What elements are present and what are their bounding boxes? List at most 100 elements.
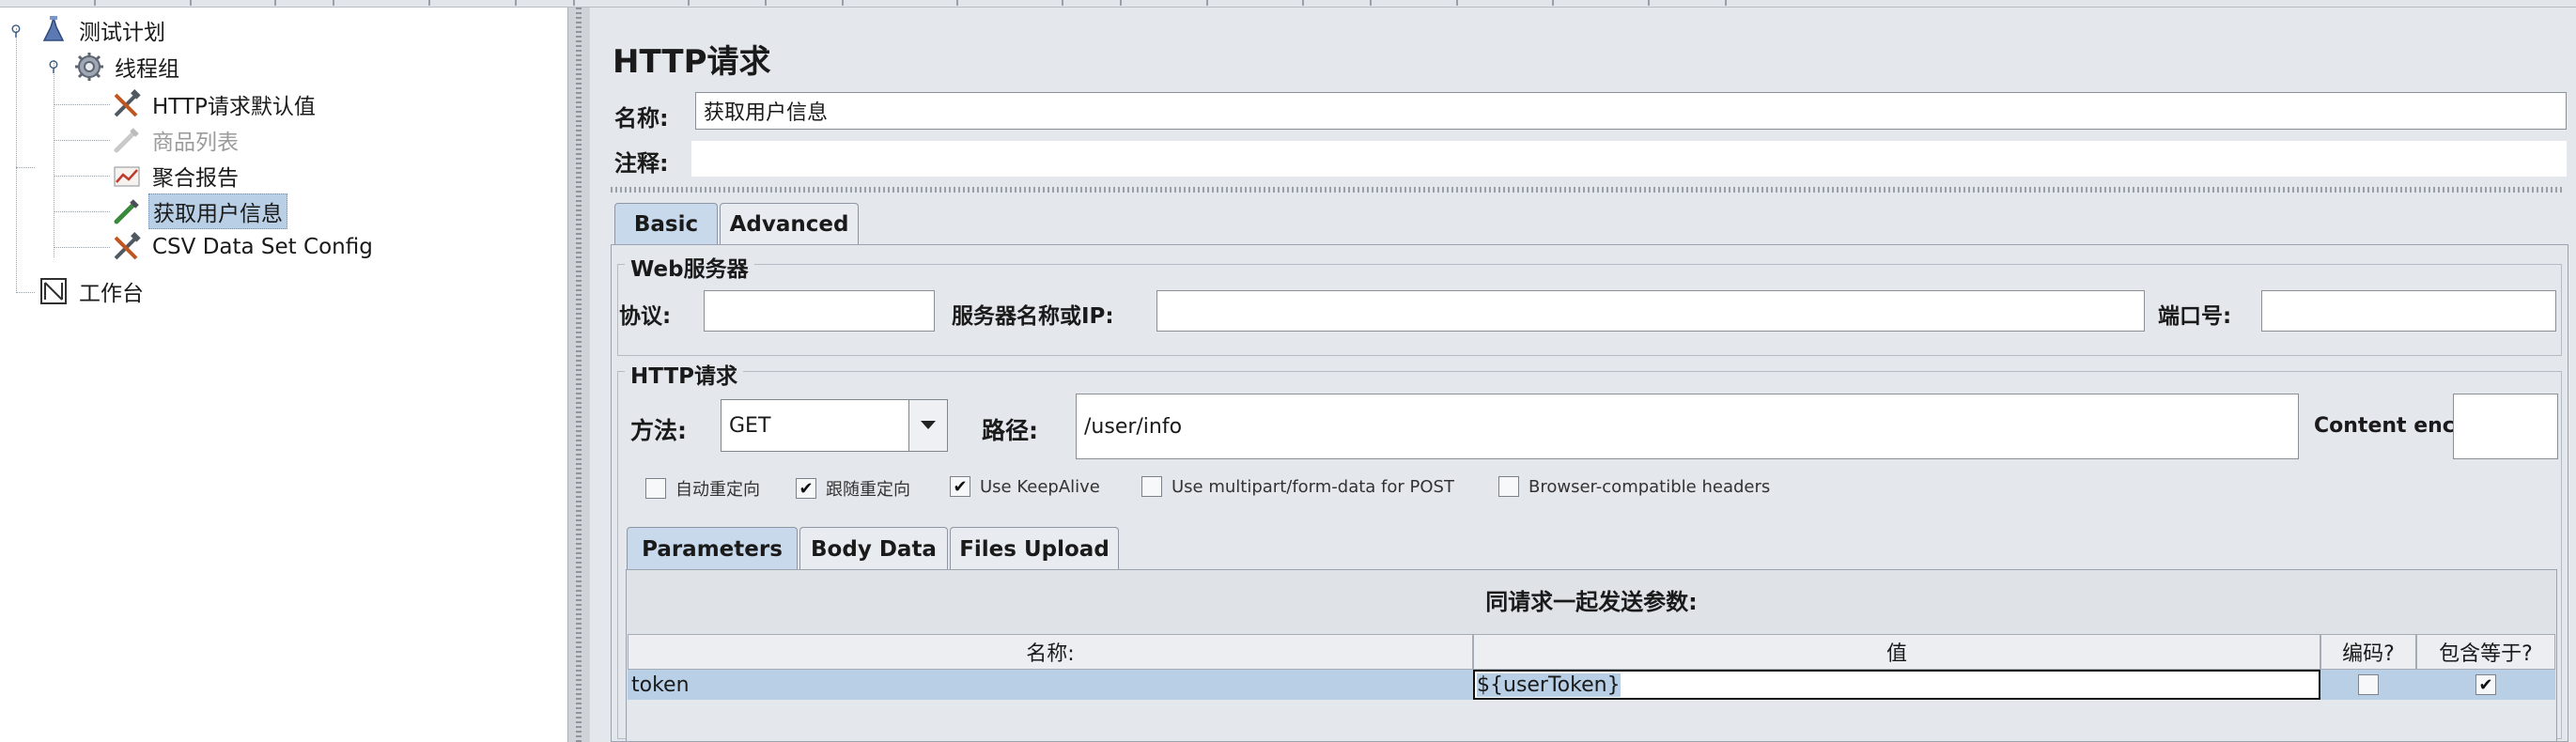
page-title: HTTP请求 (613, 43, 771, 81)
tree-item-test-plan[interactable]: 测试计划 (38, 13, 169, 47)
browser-compatible-checkbox[interactable]: Browser-compatible headers (1498, 476, 1770, 497)
tree-item-label: 测试计划 (79, 21, 165, 45)
tab-body-data[interactable]: Body Data (799, 527, 948, 570)
tree-connector (16, 28, 17, 167)
test-plan-tree[interactable]: ⚲ ⚲ 测试计划 线程组 HTTP请求默认值 商品列表 聚合报告 获取用户信息 … (0, 8, 568, 742)
tree-connector (16, 292, 35, 293)
parameters-table: 同请求一起发送参数: 名称: 值 编码? 包含等于? token ${userT… (626, 569, 2557, 742)
sampler-pipette-icon (111, 195, 143, 227)
port-field[interactable] (2261, 290, 2556, 332)
tab-files-upload[interactable]: Files Upload (950, 527, 1119, 570)
section-divider[interactable] (611, 187, 2565, 193)
tree-item-thread-group[interactable]: 线程组 (73, 50, 183, 84)
tree-item-label: HTTP请求默认值 (152, 95, 316, 119)
comment-field[interactable] (691, 141, 2567, 177)
tree-item-csv-data-set-config[interactable]: CSV Data Set Config (111, 230, 377, 264)
tree-connector (16, 167, 17, 293)
path-label: 路径: (982, 417, 1038, 444)
table-empty-area[interactable] (628, 700, 2555, 741)
workbench-icon (38, 275, 70, 307)
protocol-field[interactable] (704, 290, 935, 332)
server-name-label: 服务器名称或IP: (952, 304, 1114, 329)
toolbar-segment (1063, 0, 1122, 6)
method-label: 方法: (630, 417, 687, 444)
chevron-down-icon[interactable] (908, 400, 947, 451)
keepalive-checkbox[interactable]: ✔ Use KeepAlive (950, 476, 1100, 497)
param-include-equals-cell[interactable]: ✔ (2416, 670, 2555, 700)
param-value-text: ${userToken} (1477, 672, 1621, 697)
thread-group-gear-icon (73, 51, 105, 83)
expand-toggle-icon[interactable]: ⚲ (9, 23, 23, 39)
include-equals-checkbox[interactable]: ✔ (2475, 674, 2496, 695)
tree-item-label: 获取用户信息 (148, 193, 287, 229)
tree-item-label: 线程组 (115, 57, 179, 82)
tree-item-product-list[interactable]: 商品列表 (111, 123, 242, 157)
tree-item-label: CSV Data Set Config (152, 235, 373, 259)
tree-connector (54, 176, 110, 177)
toolbar-segment (844, 0, 958, 6)
checkbox-label: 跟随重定向 (826, 480, 910, 500)
parameters-caption: 同请求一起发送参数: (1485, 589, 1698, 615)
checkbox-box[interactable] (1141, 476, 1162, 497)
checkbox-label: Browser-compatible headers (1529, 476, 1771, 497)
http-request-panel: HTTP请求 名称: 获取用户信息 注释: Basic Advanced Web… (590, 8, 2576, 742)
column-header-name[interactable]: 名称: (628, 634, 1473, 670)
test-plan-icon (38, 14, 70, 46)
sampler-pipette-icon (111, 124, 143, 156)
param-encode-cell[interactable] (2320, 670, 2416, 700)
toolbar-segment (1122, 0, 1208, 6)
column-header-include-equals[interactable]: 包含等于? (2416, 634, 2555, 670)
toolbar-segment (0, 0, 96, 6)
follow-redirects-checkbox[interactable]: ✔ 跟随重定向 (796, 476, 910, 501)
method-value: GET (729, 413, 771, 438)
check-icon[interactable]: ✔ (2475, 674, 2496, 695)
toolbar-segment (96, 0, 192, 6)
checkbox-label: Use KeepAlive (980, 476, 1100, 497)
checkbox-box[interactable] (2358, 674, 2379, 695)
panel-splitter[interactable] (568, 8, 589, 742)
method-select[interactable]: GET (721, 399, 948, 452)
toolbar-segment (430, 0, 517, 6)
param-name-cell[interactable]: token (628, 670, 1473, 700)
report-chart-icon (111, 160, 143, 192)
toolbar-segment (334, 0, 430, 6)
expand-toggle-icon[interactable]: ⚲ (47, 59, 60, 74)
tree-item-aggregate-report[interactable]: 聚合报告 (111, 159, 242, 193)
protocol-label: 协议: (619, 304, 672, 329)
tree-connector (54, 140, 110, 141)
tree-connector (54, 211, 110, 212)
checkbox-label: 自动重定向 (675, 480, 760, 500)
encode-checkbox[interactable] (2358, 674, 2379, 695)
tab-parameters[interactable]: Parameters (627, 527, 798, 570)
server-name-field[interactable] (1156, 290, 2145, 332)
param-value-cell[interactable]: ${userToken} (1473, 670, 2320, 700)
config-tools-icon (111, 88, 143, 120)
tree-item-workbench[interactable]: 工作台 (38, 274, 147, 308)
toolbar-segment (690, 0, 767, 6)
column-header-encode[interactable]: 编码? (2320, 634, 2416, 670)
toolbar-segment (517, 0, 575, 6)
toolbar-segment (1304, 0, 1372, 6)
comment-label: 注释: (614, 150, 669, 177)
port-label: 端口号: (2158, 304, 2232, 329)
tree-connector (54, 247, 110, 248)
path-field[interactable]: /user/info (1076, 394, 2299, 459)
check-icon[interactable]: ✔ (950, 476, 970, 497)
config-tools-icon (111, 231, 143, 263)
checkbox-box[interactable] (645, 478, 666, 499)
name-label: 名称: (614, 105, 669, 131)
redirect-auto-checkbox[interactable]: 自动重定向 (645, 476, 760, 501)
multipart-checkbox[interactable]: Use multipart/form-data for POST (1141, 476, 1454, 497)
name-field[interactable]: 获取用户信息 (695, 92, 2567, 130)
column-header-value[interactable]: 值 (1473, 634, 2320, 670)
tree-item-get-user-info[interactable]: 获取用户信息 (111, 193, 287, 229)
toolbar-segment (1650, 0, 1727, 6)
tab-advanced[interactable]: Advanced (720, 203, 859, 244)
toolbar-segment (276, 0, 334, 6)
content-encoding-field[interactable] (2453, 394, 2558, 459)
splitter-grip[interactable] (576, 8, 582, 742)
checkbox-box[interactable] (1498, 476, 1519, 497)
tree-item-http-defaults[interactable]: HTTP请求默认值 (111, 87, 319, 121)
check-icon[interactable]: ✔ (796, 478, 816, 499)
tab-basic[interactable]: Basic (614, 203, 718, 244)
